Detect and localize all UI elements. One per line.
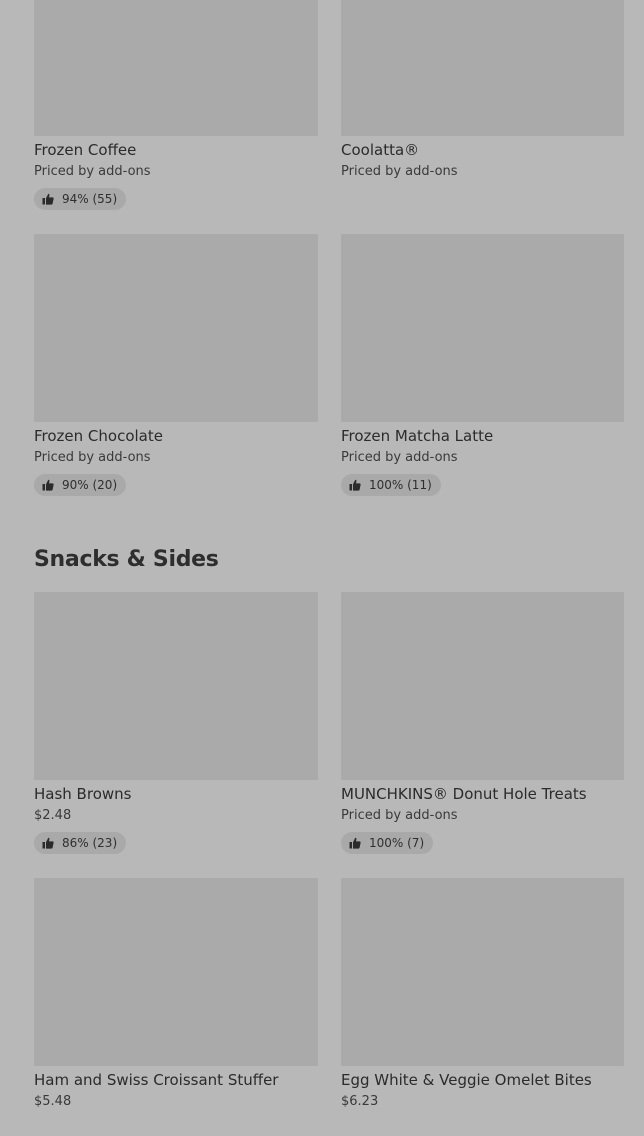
thumbs-up-icon [349,837,361,849]
menu-item-coolatta[interactable]: Coolatta® Priced by add-ons [341,0,624,180]
thumbs-up-icon [42,479,54,491]
section-title-snacks-sides: Snacks & Sides [34,547,219,572]
item-name: Ham and Swiss Croissant Stuffer [34,1071,279,1089]
item-name: Frozen Chocolate [34,427,163,445]
item-name: Frozen Matcha Latte [341,427,494,445]
item-price: Priced by add-ons [34,164,151,179]
rating-badge: 100% (7) [341,832,434,854]
item-price: $5.48 [34,1094,72,1109]
rating-badge: 94% (55) [34,188,127,210]
menu-item-hash-browns[interactable]: Hash Browns $2.48 86% (23) [34,592,318,854]
menu-item-frozen-matcha-latte[interactable]: Frozen Matcha Latte Priced by add-ons 10… [341,234,624,496]
item-price: Priced by add-ons [341,808,458,823]
item-name: MUNCHKINS® Donut Hole Treats [341,785,587,803]
item-image[interactable] [341,0,624,136]
rating-badge: 90% (20) [34,474,127,496]
menu-item-frozen-coffee[interactable]: Frozen Coffee Priced by add-ons 94% (55) [34,0,318,210]
thumbs-up-icon [42,837,54,849]
rating-badge: 100% (11) [341,474,441,496]
item-price: Priced by add-ons [341,450,458,465]
item-image[interactable] [34,592,318,780]
rating-text: 94% (55) [62,192,118,206]
item-image[interactable] [34,878,318,1066]
item-name: Hash Browns [34,785,132,803]
item-image[interactable] [34,0,318,136]
rating-badge: 86% (23) [34,832,127,854]
rating-text: 86% (23) [62,836,118,850]
rating-text: 90% (20) [62,478,118,492]
rating-text: 100% (11) [369,478,432,492]
menu-item-ham-swiss-croissant-stuffer[interactable]: Ham and Swiss Croissant Stuffer $5.48 [34,878,318,1110]
item-image[interactable] [341,234,624,422]
thumbs-up-icon [349,479,361,491]
menu-item-egg-white-veggie-omelet-bites[interactable]: Egg White & Veggie Omelet Bites $6.23 [341,878,624,1110]
menu-item-frozen-chocolate[interactable]: Frozen Chocolate Priced by add-ons 90% (… [34,234,318,496]
item-image[interactable] [34,234,318,422]
item-name: Egg White & Veggie Omelet Bites [341,1071,592,1089]
item-name: Coolatta® [341,141,420,159]
thumbs-up-icon [42,193,54,205]
item-name: Frozen Coffee [34,141,137,159]
item-price: Priced by add-ons [34,450,151,465]
menu-item-munchkins[interactable]: MUNCHKINS® Donut Hole Treats Priced by a… [341,592,624,854]
rating-text: 100% (7) [369,836,425,850]
item-image[interactable] [341,592,624,780]
item-price: $2.48 [34,808,72,823]
item-price: $6.23 [341,1094,379,1109]
item-image[interactable] [341,878,624,1066]
item-price: Priced by add-ons [341,164,458,179]
